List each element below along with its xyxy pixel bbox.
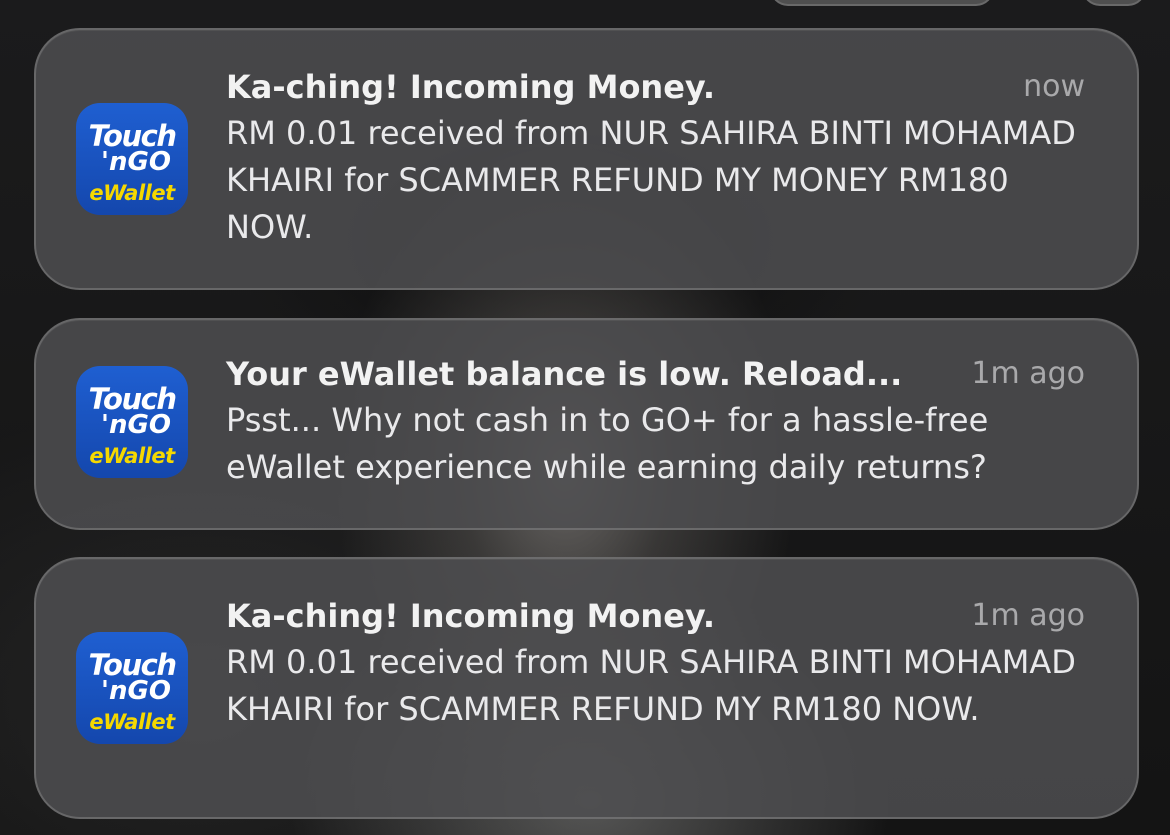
app-icon-text-ewallet: eWallet [89, 444, 175, 468]
touch-n-go-ewallet-icon: Touch 'nGO eWallet [76, 366, 188, 478]
notification-time: 1m ago [971, 598, 1085, 633]
notification-card[interactable]: Touch 'nGO eWallet Ka-ching! Incoming Mo… [34, 28, 1139, 290]
app-icon-text-ngo: 'nGO [101, 147, 171, 177]
notification-title: Ka-ching! Incoming Money. [226, 68, 715, 106]
notification-title: Your eWallet balance is low. Reload... [226, 355, 903, 393]
touch-n-go-ewallet-icon: Touch 'nGO eWallet [76, 632, 188, 744]
notification-body: RM 0.01 received from NUR SAHIRA BINTI M… [226, 643, 1076, 728]
notification-body: RM 0.01 received from NUR SAHIRA BINTI M… [226, 114, 1076, 246]
notification-card[interactable]: Touch 'nGO eWallet Ka-ching! Incoming Mo… [34, 557, 1139, 819]
touch-n-go-ewallet-icon: Touch 'nGO eWallet [76, 103, 188, 215]
notification-time: now [1023, 69, 1085, 104]
app-icon-text-ewallet: eWallet [89, 181, 175, 205]
notification-body: Psst... Why not cash in to GO+ for a has… [226, 401, 989, 486]
previous-notification-edge[interactable] [770, 0, 994, 6]
app-icon-text-ngo: 'nGO [101, 676, 171, 706]
notification-title: Ka-ching! Incoming Money. [226, 597, 715, 635]
notification-time: 1m ago [971, 356, 1085, 391]
app-icon-text-ewallet: eWallet [89, 710, 175, 734]
app-icon-text-ngo: 'nGO [101, 410, 171, 440]
notification-card[interactable]: Touch 'nGO eWallet Your eWallet balance … [34, 318, 1139, 530]
